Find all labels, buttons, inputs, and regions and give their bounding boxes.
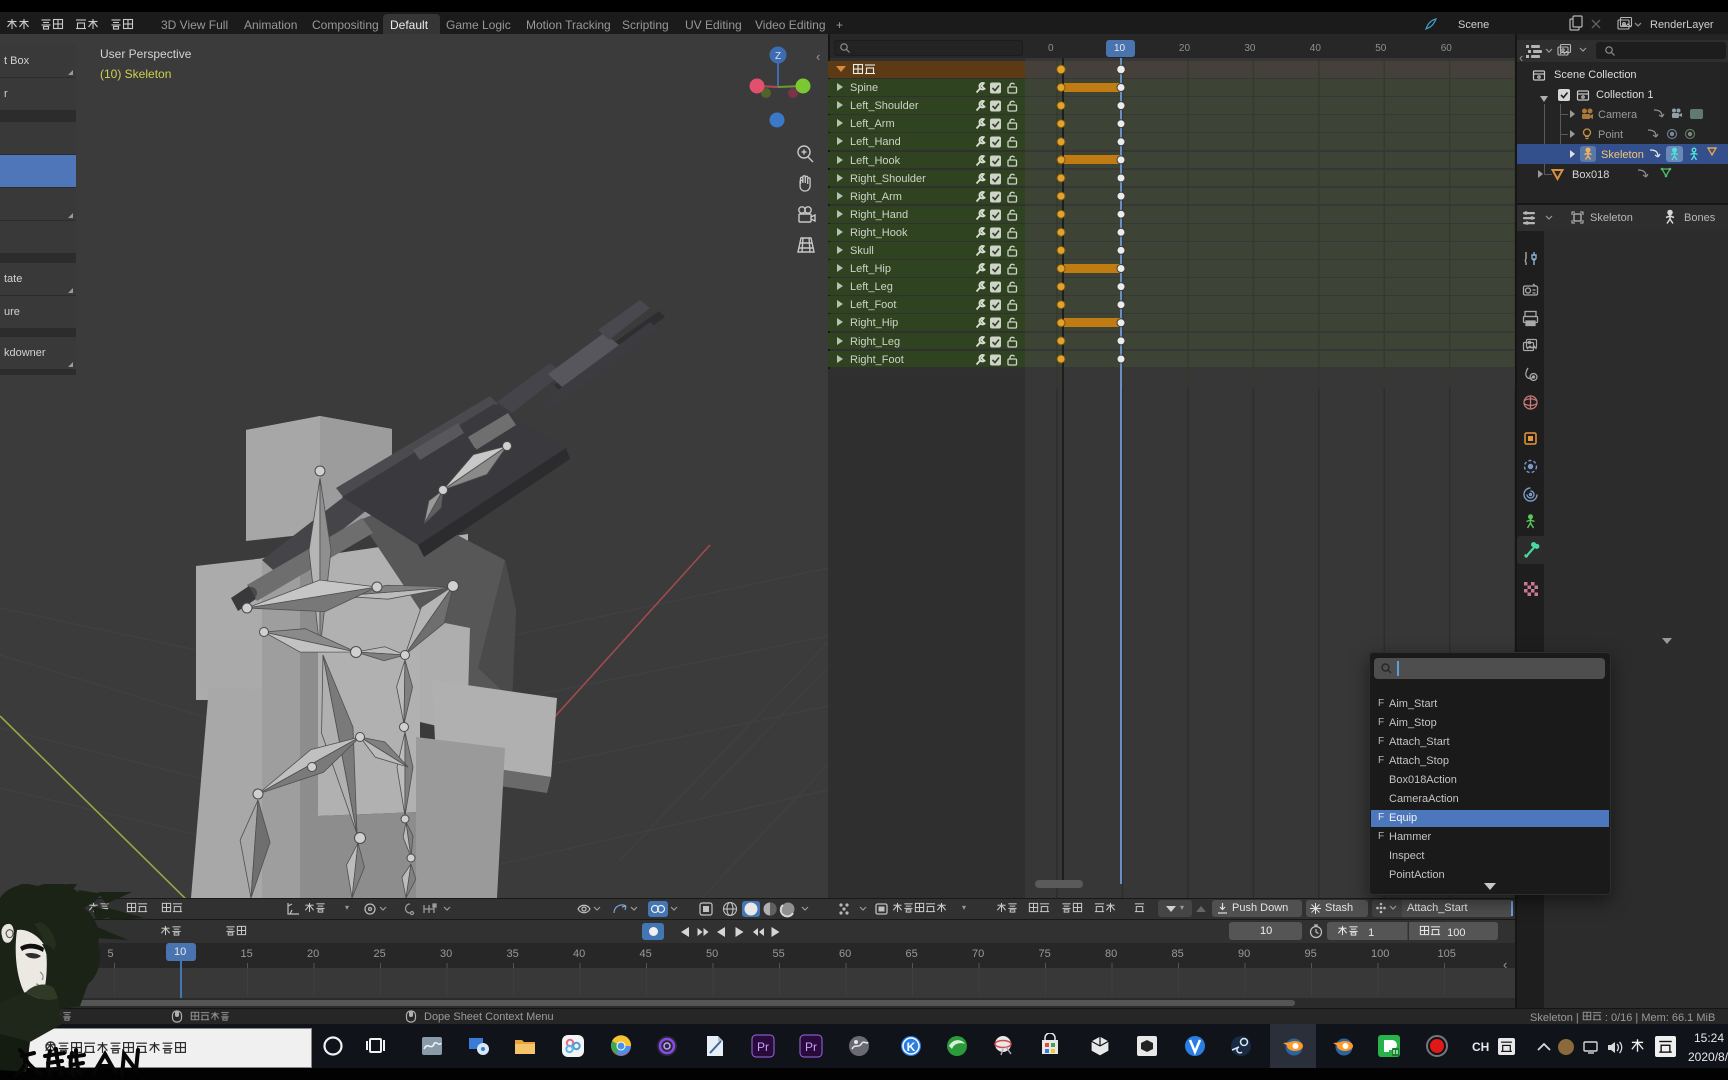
svg-text:Pr: Pr (805, 1040, 817, 1054)
svg-text:K: K (907, 1040, 916, 1054)
svg-text:Z: Z (775, 51, 781, 62)
svg-text:‹: ‹ (816, 49, 820, 64)
svg-text:Pr: Pr (757, 1040, 769, 1054)
